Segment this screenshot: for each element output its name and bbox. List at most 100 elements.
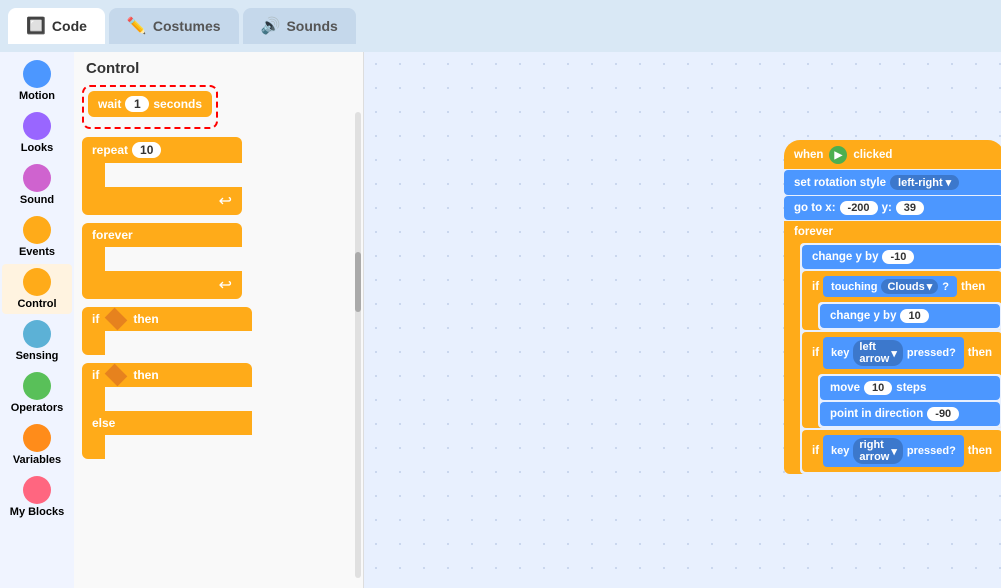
control-circle — [23, 268, 51, 296]
minus10-value[interactable]: -10 — [882, 250, 914, 264]
variables-label: Variables — [13, 454, 61, 466]
then-label: then — [133, 312, 158, 326]
if-left-arrow-block[interactable]: if key left arrow ▾ pressed? then — [802, 332, 1001, 428]
wait-suffix: seconds — [153, 97, 202, 111]
if-right-label: if — [812, 445, 819, 457]
code-area[interactable]: when ▶ clicked set rotation style left-r… — [364, 52, 1001, 588]
repeat-block-wrapper: repeat 10 ↩ — [82, 137, 355, 215]
tab-code[interactable]: 🔲 Code — [8, 8, 105, 44]
then-else-then-label: then — [133, 368, 158, 382]
events-circle — [23, 216, 51, 244]
left-arrow-chevron-icon: ▾ — [891, 347, 897, 360]
scroll-thumb[interactable] — [355, 252, 361, 312]
else-label: else — [92, 416, 115, 430]
myblocks-label: My Blocks — [10, 506, 64, 518]
sidebar-item-control[interactable]: Control — [2, 264, 72, 314]
set-rotation-block[interactable]: set rotation style left-right ▾ — [784, 170, 1001, 195]
sidebar-item-operators[interactable]: Operators — [2, 368, 72, 418]
key-right-block[interactable]: key right arrow ▾ pressed? — [823, 435, 964, 467]
left-arrow-dropdown[interactable]: left arrow ▾ — [853, 340, 902, 366]
when-label-s1: when — [794, 149, 823, 161]
move-value[interactable]: 10 — [864, 381, 892, 395]
repeat-block-bottom: ↩ — [82, 187, 242, 215]
right-arrow-chevron-icon: ▾ — [891, 445, 897, 458]
sidebar-item-variables[interactable]: Variables — [2, 420, 72, 470]
change-y-minus10-block[interactable]: change y by -10 — [802, 245, 1001, 269]
sensing-circle — [23, 320, 51, 348]
script1[interactable]: when ▶ clicked set rotation style left-r… — [784, 140, 1001, 474]
if-left-inner: move 10 steps point in direction -90 — [818, 374, 1001, 428]
x-value[interactable]: -200 — [840, 201, 878, 215]
key-left-block[interactable]: key left arrow ▾ pressed? — [823, 337, 964, 369]
forever-script-block[interactable]: forever change y by -10 if — [784, 221, 1001, 474]
myblocks-circle — [23, 476, 51, 504]
direction-value[interactable]: -90 — [927, 407, 959, 421]
forever-arrow-icon: ↩ — [219, 275, 232, 295]
if-then-else-block-wrapper: if then else — [82, 363, 355, 459]
y-value[interactable]: 39 — [896, 201, 924, 215]
point-direction-block[interactable]: point in direction -90 — [820, 402, 1000, 426]
if-then-block[interactable]: if then — [82, 307, 252, 355]
change-y-label1: change y by — [812, 251, 878, 263]
if-then-block-body — [102, 331, 252, 355]
chevron-down-icon: ▾ — [946, 176, 952, 189]
if-right-arrow-block[interactable]: if key right arrow ▾ pressed? then — [802, 430, 1001, 472]
repeat-block[interactable]: repeat 10 ↩ — [82, 137, 242, 215]
sounds-icon: 🔊 — [261, 16, 281, 36]
if-then-else-block[interactable]: if then else — [82, 363, 252, 459]
variables-circle — [23, 424, 51, 452]
sound-label: Sound — [20, 194, 54, 206]
sidebar-categories: Motion Looks Sound Events Control Sensin… — [0, 52, 74, 588]
wait-value[interactable]: 1 — [125, 96, 149, 112]
if-clouds-block[interactable]: if touching Clouds ▾ ? then cha — [802, 271, 1001, 330]
motion-label: Motion — [19, 90, 55, 102]
if-else-label: if — [92, 368, 99, 382]
change-y-plus10-block[interactable]: change y by 10 — [820, 304, 1000, 328]
forever-block[interactable]: forever ↩ — [82, 223, 242, 299]
costumes-icon: ✏️ — [127, 16, 147, 36]
clouds-chevron-icon: ▾ — [927, 280, 933, 293]
green-flag-icon: ▶ — [829, 146, 847, 164]
y-label: y: — [882, 202, 892, 214]
tab-sounds-label: Sounds — [286, 18, 337, 34]
if-then-else-block-then-body — [102, 387, 252, 411]
sidebar-item-motion[interactable]: Motion — [2, 56, 72, 106]
events-label: Events — [19, 246, 55, 258]
plus10-value[interactable]: 10 — [900, 309, 928, 323]
then-right-label: then — [968, 445, 992, 457]
main-layout: Motion Looks Sound Events Control Sensin… — [0, 52, 1001, 588]
scroll-track — [355, 112, 361, 578]
tab-costumes[interactable]: ✏️ Costumes — [109, 8, 239, 44]
tab-sounds[interactable]: 🔊 Sounds — [243, 8, 356, 44]
repeat-value[interactable]: 10 — [132, 142, 161, 158]
point-label: point in direction — [830, 408, 923, 420]
steps-label: steps — [896, 382, 926, 394]
left-right-dropdown[interactable]: left-right ▾ — [890, 175, 959, 190]
repeat-block-body — [102, 163, 242, 187]
repeat-block-top: repeat 10 — [82, 137, 242, 163]
when-flag-clicked-block[interactable]: when ▶ clicked — [784, 140, 1001, 169]
sidebar-item-looks[interactable]: Looks — [2, 108, 72, 158]
wait-block[interactable]: wait 1 seconds — [88, 91, 212, 117]
if-then-else-else-row: else — [82, 411, 252, 435]
if-left-label: if — [812, 347, 819, 359]
if-then-block-wrapper: if then — [82, 307, 355, 355]
then-left-label: then — [968, 347, 992, 359]
move-10-steps-block[interactable]: move 10 steps — [820, 376, 1000, 400]
if-clouds-inner: change y by 10 — [818, 302, 1001, 330]
go-to-xy-block[interactable]: go to x: -200 y: 39 — [784, 196, 1001, 220]
clouds-dropdown[interactable]: Clouds ▾ — [881, 279, 938, 294]
sidebar-item-sensing[interactable]: Sensing — [2, 316, 72, 366]
if-label-clouds: if — [812, 281, 819, 293]
change-y-label2: change y by — [830, 310, 896, 322]
touching-block[interactable]: touching Clouds ▾ ? — [823, 276, 957, 297]
looks-circle — [23, 112, 51, 140]
sidebar-item-sound[interactable]: Sound — [2, 160, 72, 210]
if-clouds-top: if touching Clouds ▾ ? then — [802, 271, 1001, 302]
looks-label: Looks — [21, 142, 53, 154]
operators-label: Operators — [11, 402, 64, 414]
right-arrow-dropdown[interactable]: right arrow ▾ — [853, 438, 902, 464]
sidebar-item-events[interactable]: Events — [2, 212, 72, 262]
sidebar-item-myblocks[interactable]: My Blocks — [2, 472, 72, 522]
tab-code-label: Code — [52, 18, 87, 34]
